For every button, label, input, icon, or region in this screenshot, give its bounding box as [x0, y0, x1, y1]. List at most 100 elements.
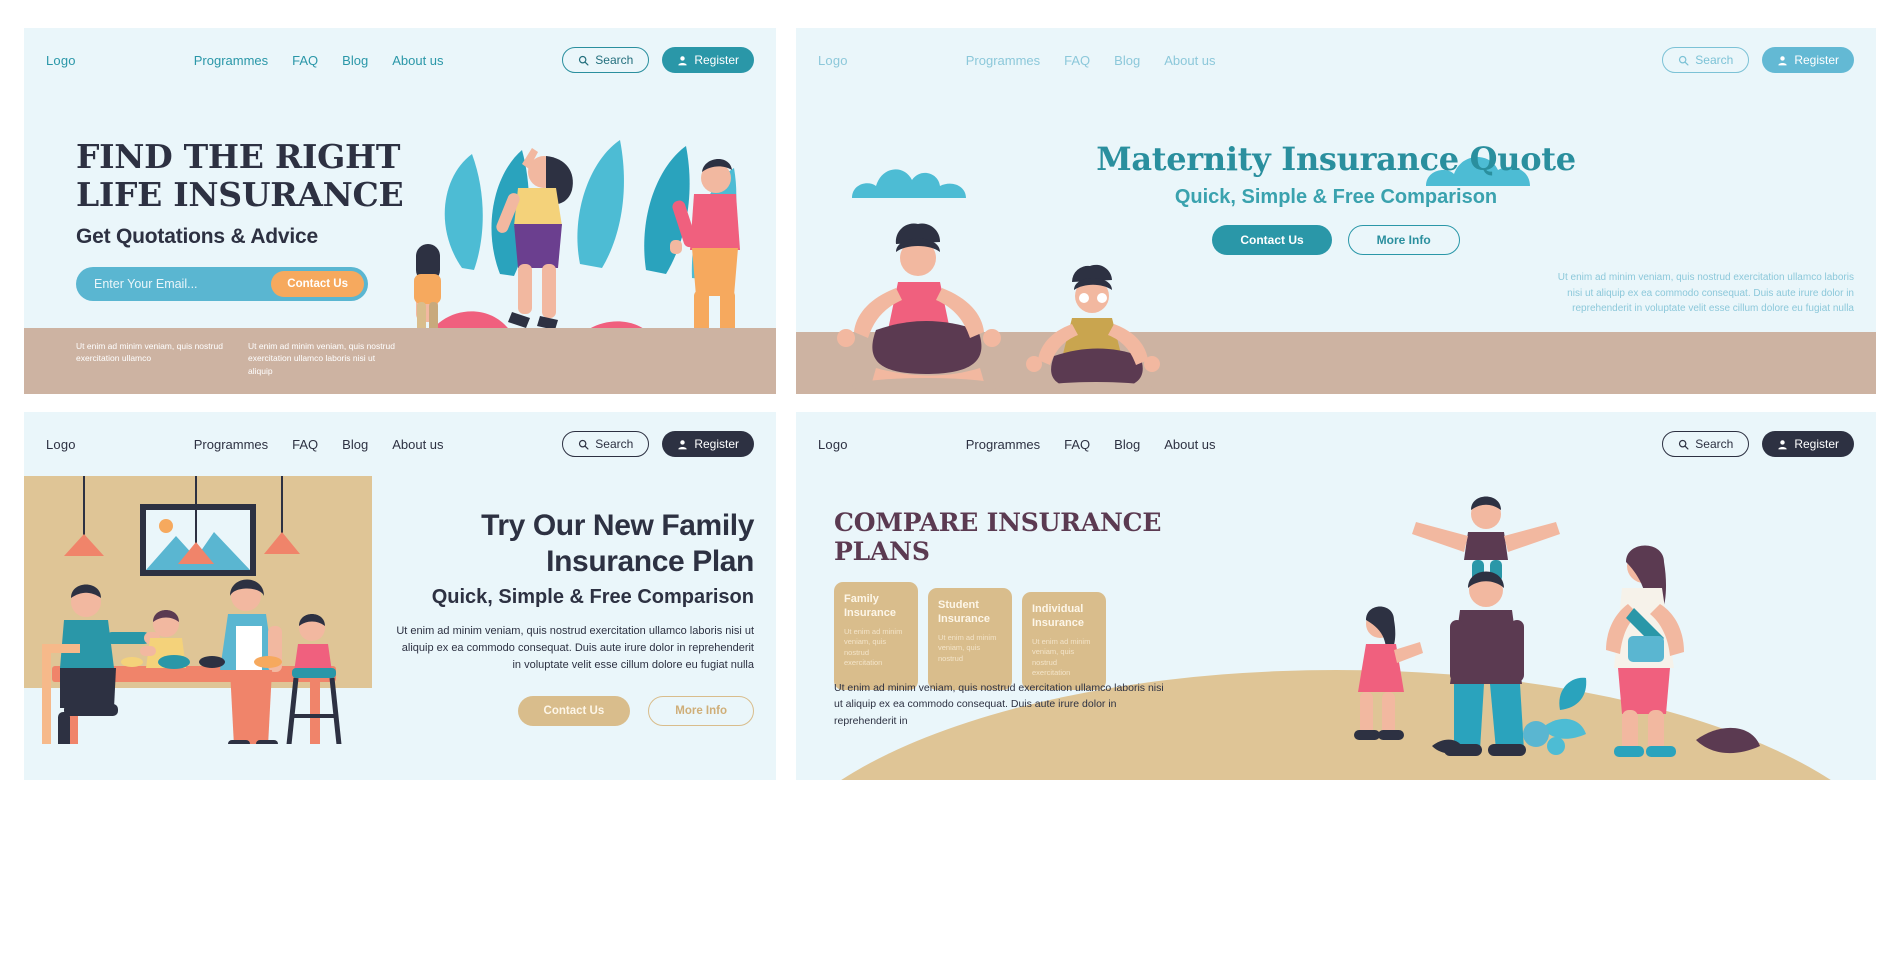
plan-card-body: Ut enim ad minim veniam, quis nostrud ex… — [844, 626, 903, 668]
nav-link-faq[interactable]: FAQ — [1064, 437, 1090, 452]
register-button-label: Register — [1794, 53, 1839, 67]
register-button[interactable]: Register — [1762, 431, 1854, 457]
panel3-content: Try Our New Family Insurance Plan Quick,… — [396, 508, 754, 727]
nav-actions: Search Register — [562, 431, 754, 457]
panel4-body-copy: Ut enim ad minim veniam, quis nostrud ex… — [834, 682, 1164, 727]
register-button[interactable]: Register — [1762, 47, 1854, 73]
nav-link-blog[interactable]: Blog — [342, 53, 368, 68]
user-icon — [1777, 439, 1788, 450]
nav-logo[interactable]: Logo — [46, 53, 76, 68]
panel1-footer-col-2: Ut enim ad minim veniam, quis nostrud ex… — [248, 341, 395, 376]
nav-links: Programmes FAQ Blog About us — [194, 53, 444, 68]
plan-card-title: Student Insurance — [938, 599, 990, 625]
nav-link-blog[interactable]: Blog — [1114, 53, 1140, 68]
nav-link-faq[interactable]: FAQ — [292, 53, 318, 68]
register-button-label: Register — [1794, 437, 1839, 451]
nav-actions: Search Register — [1662, 47, 1854, 73]
email-input[interactable]: Enter Your Email... — [94, 277, 198, 291]
nav-actions: Search Register — [1662, 431, 1854, 457]
illustration-family-dinner — [24, 476, 372, 780]
panel1-hero: Find The Right Life Insurance Get Quotat… — [76, 137, 406, 301]
navbar: Logo Programmes FAQ Blog About us Search… — [24, 412, 776, 476]
search-button[interactable]: Search — [1662, 47, 1750, 73]
register-button-label: Register — [694, 53, 739, 67]
nav-links: Programmes FAQ Blog About us — [194, 437, 444, 452]
panel3-title-line2: Insurance Plan — [546, 545, 754, 578]
panel1-footer-col-1: Ut enim ad minim veniam, quis nostrud ex… — [76, 341, 223, 364]
panel-family-insurance: Logo Programmes FAQ Blog About us Search… — [24, 412, 776, 780]
contact-us-button[interactable]: Contact Us — [1212, 225, 1332, 255]
panel2-title: Maternity Insurance Quote — [1096, 140, 1576, 178]
search-icon — [578, 439, 589, 450]
more-info-button[interactable]: More Info — [1347, 225, 1460, 255]
plan-card-title: Individual Insurance — [1032, 603, 1084, 629]
nav-actions: Search Register — [562, 47, 754, 73]
panel1-title-line2: Life Insurance — [76, 175, 404, 215]
search-icon — [578, 55, 589, 66]
panel4-title: Compare Insurance Plans — [834, 508, 1162, 566]
nav-logo[interactable]: Logo — [818, 437, 848, 452]
panel3-title-line1: Try Our New Family — [481, 509, 754, 542]
nav-logo[interactable]: Logo — [818, 53, 848, 68]
nav-link-programmes[interactable]: Programmes — [194, 53, 268, 68]
nav-links: Programmes FAQ Blog About us — [966, 437, 1216, 452]
plan-card-family[interactable]: Family Insurance Ut enim ad minim veniam… — [834, 582, 918, 690]
more-info-button[interactable]: More Info — [648, 696, 754, 727]
nav-link-about-us[interactable]: About us — [1164, 437, 1215, 452]
search-button-label: Search — [595, 53, 634, 67]
nav-links: Programmes FAQ Blog About us — [966, 53, 1216, 68]
register-button[interactable]: Register — [662, 431, 754, 457]
nav-link-blog[interactable]: Blog — [1114, 437, 1140, 452]
panel-life-insurance: Logo Programmes FAQ Blog About us Search… — [24, 28, 776, 394]
panel1-subtitle: Get Quotations & Advice — [76, 224, 318, 248]
panel2-button-row: Contact Us More Info — [796, 225, 1876, 255]
search-button[interactable]: Search — [562, 431, 650, 457]
panel2-hero: Maternity Insurance Quote Quick, Simple … — [796, 140, 1876, 255]
user-icon — [1777, 55, 1788, 66]
panel3-body-copy: Ut enim ad minim veniam, quis nostrud ex… — [396, 625, 754, 672]
panel1-title-line1: Find The Right — [76, 137, 401, 176]
user-icon — [677, 439, 688, 450]
contact-us-button[interactable]: Contact Us — [517, 696, 631, 727]
nav-link-programmes[interactable]: Programmes — [194, 437, 268, 452]
search-button-label: Search — [595, 437, 634, 451]
nav-link-about-us[interactable]: About us — [392, 53, 443, 68]
search-button[interactable]: Search — [562, 47, 650, 73]
nav-link-faq[interactable]: FAQ — [292, 437, 318, 452]
floor-strip — [24, 744, 372, 780]
panel4-content: Compare Insurance Plans Family Insurance… — [834, 508, 1164, 690]
plan-card-list: Family Insurance Ut enim ad minim veniam… — [834, 582, 1164, 690]
navbar: Logo Programmes FAQ Blog About us Search… — [796, 412, 1876, 476]
nav-link-programmes[interactable]: Programmes — [966, 437, 1040, 452]
panel3-button-row: Contact Us More Info — [396, 696, 754, 727]
search-icon — [1678, 439, 1689, 450]
search-button[interactable]: Search — [1662, 431, 1750, 457]
plan-card-individual[interactable]: Individual Insurance Ut enim ad minim ve… — [1022, 592, 1106, 690]
nav-link-faq[interactable]: FAQ — [1064, 53, 1090, 68]
panel-compare-plans: Logo Programmes FAQ Blog About us Search… — [796, 412, 1876, 780]
register-button-label: Register — [694, 437, 739, 451]
panel2-body-copy: Ut enim ad minim veniam, quis nostrud ex… — [1557, 272, 1854, 314]
nav-link-about-us[interactable]: About us — [1164, 53, 1215, 68]
illustration-family-walking — [1354, 496, 1760, 757]
email-signup-row: Enter Your Email... Contact Us — [76, 266, 368, 301]
plan-card-student[interactable]: Student Insurance Ut enim ad minim venia… — [928, 588, 1012, 690]
panel2-subtitle: Quick, Simple & Free Comparison — [1174, 186, 1498, 208]
register-button[interactable]: Register — [662, 47, 754, 73]
search-button-label: Search — [1695, 53, 1734, 67]
nav-link-about-us[interactable]: About us — [392, 437, 443, 452]
landing-page-mockup-board: Logo Programmes FAQ Blog About us Search… — [0, 0, 1899, 980]
panel-maternity-insurance: Logo Programmes FAQ Blog About us Search… — [796, 28, 1876, 394]
plan-card-body: Ut enim ad minim veniam, quis nostrud ex… — [1032, 636, 1091, 678]
panel1-footer-columns: Ut enim ad minim veniam, quis nostrud ex… — [24, 328, 776, 394]
navbar: Logo Programmes FAQ Blog About us Search… — [24, 28, 776, 92]
nav-logo[interactable]: Logo — [46, 437, 76, 452]
nav-link-blog[interactable]: Blog — [342, 437, 368, 452]
plan-card-body: Ut enim ad minim veniam, quis nostrud — [938, 632, 997, 663]
nav-link-programmes[interactable]: Programmes — [966, 53, 1040, 68]
illustration-yoga-kid — [1026, 264, 1160, 394]
plan-card-title: Family Insurance — [844, 593, 896, 619]
navbar: Logo Programmes FAQ Blog About us Search… — [796, 28, 1876, 92]
search-button-label: Search — [1695, 437, 1734, 451]
contact-us-button[interactable]: Contact Us — [271, 270, 364, 297]
